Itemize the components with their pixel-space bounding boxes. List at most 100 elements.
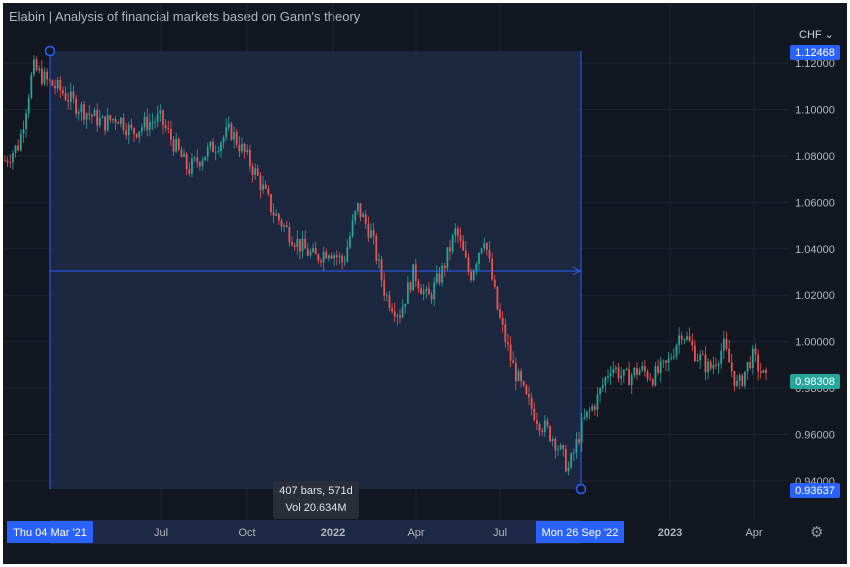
candle-body [617,367,620,379]
candle-body [4,160,6,162]
candle-body [238,144,241,152]
candle-body [56,79,59,89]
candle-body [485,242,488,250]
candle-body [246,149,249,153]
candle-body [488,249,491,259]
candle-body [672,356,675,359]
candle-body [580,418,583,443]
candle-body [643,366,646,372]
candle-body [204,156,207,161]
candle-body [596,394,599,410]
candle-body [628,369,630,386]
candle-body [675,345,678,357]
candle-body [17,145,20,151]
candle-body [662,360,665,362]
candle-body [122,117,125,131]
candle-body [588,410,591,412]
candle-body [404,303,407,307]
range-start-handle[interactable] [44,45,56,57]
candle-body [285,225,288,228]
candle-body [322,251,325,263]
candle-body [512,360,515,364]
candle-body [754,348,757,355]
x-tick-label: Apr [407,527,424,539]
candle-body [35,59,38,71]
candle-body [680,335,683,340]
candle-body [222,137,225,143]
candle-body [641,366,644,370]
candle-body [93,110,96,117]
price-chart[interactable]: 1.120001.100001.080001.060001.040001.020… [3,3,847,564]
candle-body [191,158,193,174]
candle-body [141,127,143,132]
candle-body [83,104,85,120]
candle-body [6,160,9,163]
candle-body [196,157,199,163]
candle-body [148,122,151,131]
candle-body [396,315,399,317]
candle-body [385,295,388,297]
candle-body [688,336,691,341]
candle-body [90,114,93,117]
candle-body [715,364,717,366]
tooltip-bars: 407 bars, 571d [279,485,353,497]
candle-body [646,371,649,379]
chart-frame: Elabin | Analysis of financial markets b… [3,3,847,564]
candle-body [154,121,156,123]
candle-body [406,282,409,304]
candle-body [593,406,596,410]
candle-body [288,227,291,243]
candle-body [370,230,372,238]
start-date-badge: Thu 04 Mar '21 [7,521,93,543]
candle-body [272,212,275,216]
candle-body [133,128,135,134]
candle-body [106,115,109,131]
candle-body [201,160,204,167]
candle-body [235,132,238,145]
candle-body [651,379,654,386]
candle-body [275,214,278,216]
candle-body [309,251,312,256]
candle-body [564,448,567,472]
candle-body [609,373,612,377]
candle-body [333,255,336,259]
candle-body [280,220,283,227]
candle-body [138,131,141,138]
gear-icon[interactable]: ⚙ [810,523,823,541]
current-price-value: 0.98308 [795,376,835,388]
range-low-badge: 0.93637 [790,483,840,498]
candle-body [504,324,507,343]
candle-body [412,264,415,291]
price-axis[interactable]: 1.120001.100001.080001.060001.040001.020… [795,58,835,488]
range-end-handle[interactable] [575,483,587,495]
candle-body [19,133,22,151]
candle-body [591,406,594,411]
candle-body [691,340,694,346]
candle-body [38,68,41,71]
candle-body [9,162,12,164]
candle-body [530,397,533,409]
candle-body [267,188,270,195]
candle-body [291,242,293,246]
candle-body [725,338,728,349]
candle-body [409,282,412,291]
candle-body [630,375,633,386]
candle-body [214,151,217,153]
candle-body [380,259,383,280]
candle-body [364,214,367,224]
candle-body [341,255,343,263]
candle-body [159,110,162,115]
candle-body [615,367,617,369]
candle-body [230,123,233,140]
candle-body [40,68,43,85]
candle-body [543,420,546,432]
range-low-value: 0.93637 [795,485,835,497]
candle-body [256,168,259,176]
candle-body [356,203,359,212]
candle-body [96,110,99,126]
candle-body [665,360,667,363]
range-high-badge: 1.12468 [790,45,840,60]
x-tick-label: Jul [154,527,168,539]
candle-body [143,116,146,128]
currency-selector[interactable]: CHF ⌄ [799,28,834,41]
